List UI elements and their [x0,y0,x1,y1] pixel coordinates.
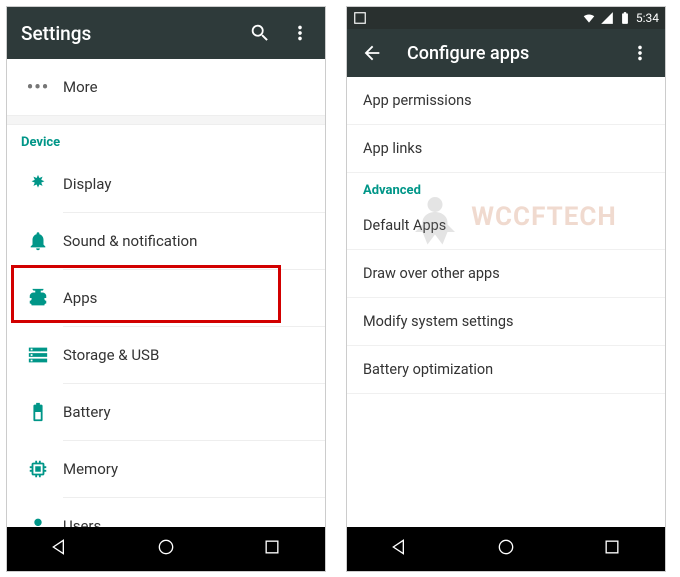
settings-row-storage[interactable]: Storage & USB [7,327,325,383]
display-icon [19,173,57,195]
phone-left-settings: Settings ••• More Device Display Sound &… [6,6,326,572]
overflow-menu-icon[interactable] [629,42,651,64]
row-label: Apps [63,289,97,307]
row-label: Memory [63,460,118,478]
back-arrow-icon[interactable] [361,42,383,64]
row-battery-opt[interactable]: Battery optimization [347,346,665,394]
nav-back-button[interactable] [30,529,90,569]
apps-icon [19,287,57,309]
settings-row-display[interactable]: Display [7,156,325,212]
nav-recent-button[interactable] [242,529,302,569]
row-label: Battery optimization [363,361,493,378]
row-default-apps[interactable]: Default Apps [347,202,665,250]
navbar [7,527,325,571]
nav-recent-button[interactable] [582,529,642,569]
advanced-subheader: Advanced [347,173,665,202]
signal-icon [600,11,614,25]
search-icon[interactable] [249,22,271,44]
battery-status-icon [618,11,632,25]
wifi-icon [582,11,596,25]
phone-right-configure-apps: 5:34 Configure apps App permissions App … [346,6,666,572]
more-icon: ••• [19,77,57,98]
battery-icon [19,401,57,423]
device-subheader: Device [7,125,325,156]
row-label: Battery [63,403,111,421]
settings-row-sound[interactable]: Sound & notification [7,213,325,269]
nav-back-button[interactable] [370,529,430,569]
row-label: Display [63,175,111,193]
screenshot-notification-icon [353,11,367,25]
settings-row-battery[interactable]: Battery [7,384,325,440]
row-label: More [63,78,98,96]
storage-icon [19,344,57,366]
row-label: Draw over other apps [363,265,500,282]
row-label: App links [363,140,422,157]
nav-home-button[interactable] [136,529,196,569]
configure-list: App permissions App links Advanced Defau… [347,77,665,394]
memory-icon [19,458,57,480]
nav-home-button[interactable] [476,529,536,569]
row-label: App permissions [363,92,472,109]
settings-list: ••• More Device Display Sound & notifica… [7,59,325,554]
row-app-links[interactable]: App links [347,125,665,173]
row-label: Storage & USB [63,346,159,364]
row-label: Default Apps [363,217,446,234]
section-divider [7,115,325,125]
settings-row-more[interactable]: ••• More [7,59,325,115]
row-label: Modify system settings [363,313,514,330]
row-modify-system[interactable]: Modify system settings [347,298,665,346]
appbar-title: Configure apps [407,43,611,64]
row-app-permissions[interactable]: App permissions [347,77,665,125]
row-draw-over[interactable]: Draw over other apps [347,250,665,298]
settings-row-memory[interactable]: Memory [7,441,325,497]
bell-icon [19,230,57,252]
navbar [347,527,665,571]
overflow-menu-icon[interactable] [289,22,311,44]
row-label: Sound & notification [63,232,197,250]
settings-row-apps[interactable]: Apps [7,270,325,326]
status-time: 5:34 [636,11,659,25]
appbar-title: Settings [21,22,231,45]
status-bar: 5:34 [347,7,665,29]
appbar-settings: Settings [7,7,325,59]
appbar-configure: Configure apps [347,29,665,77]
